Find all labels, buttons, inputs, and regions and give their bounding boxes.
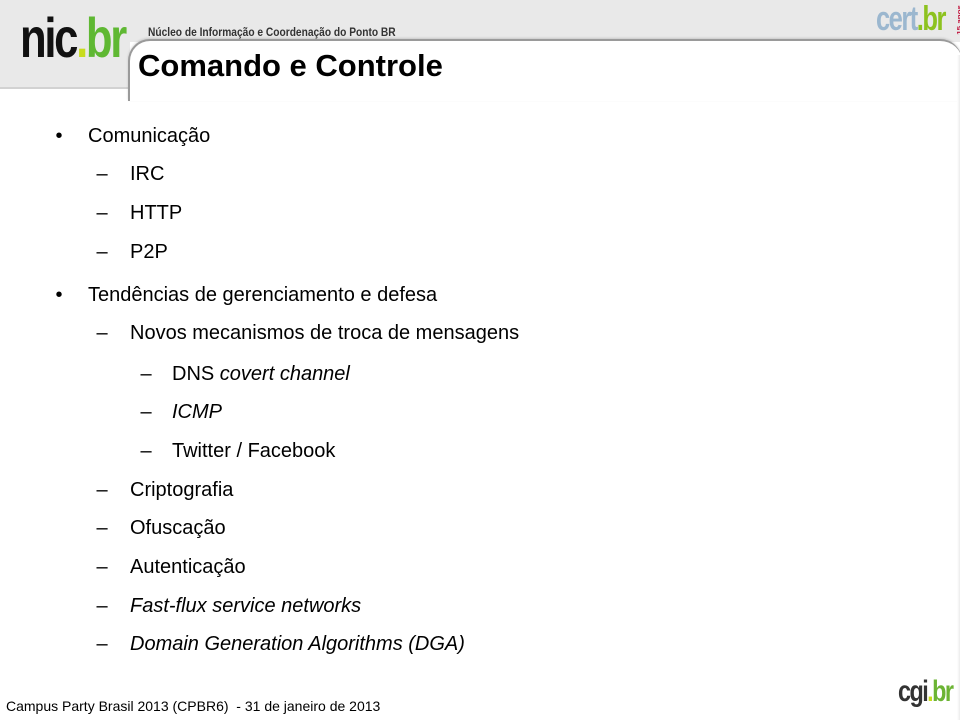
- text: DNS: [172, 363, 220, 385]
- cgi-br-logo: cgi.br: [898, 675, 954, 708]
- italic-text: ICMP: [172, 401, 222, 423]
- italic-text: covert channel: [219, 363, 350, 385]
- logo-br-text: .br: [76, 6, 127, 69]
- bullet-marker: •: [55, 125, 63, 147]
- dash-marker: –: [140, 440, 152, 462]
- logo-cgi-text: cgi: [898, 675, 929, 708]
- logo-br: br: [932, 675, 954, 708]
- text: Novos mecanismos de troca de mensagens: [130, 322, 520, 344]
- logo-br: br: [85, 6, 127, 69]
- header-background: [0, 0, 960, 42]
- dash-marker: –: [140, 401, 152, 423]
- organization-name: Núcleo de Informação e Coordenação do Po…: [148, 25, 396, 39]
- logo-cert-text: cert: [876, 0, 918, 38]
- text: Criptografia: [130, 479, 234, 501]
- text: HTTP: [130, 202, 183, 224]
- logo-cgi-br: .br: [927, 675, 954, 708]
- anniversary-badge: 15 anos: [956, 5, 960, 35]
- dash-marker: –: [96, 633, 108, 655]
- italic-text: Domain Generation Algorithms (DGA): [130, 633, 465, 655]
- bullet-text: Tendências de gerenciamento e defesa: [88, 283, 437, 307]
- bullet-text: Novos mecanismos de troca de mensagens: [130, 321, 519, 345]
- text: Autenticação: [130, 556, 246, 578]
- bullet-text: Fast-flux service networks: [130, 594, 361, 618]
- italic-text: Fast-flux service networks: [130, 595, 362, 617]
- text: Comunicação: [88, 125, 211, 147]
- bullet-text: Ofuscação: [130, 516, 226, 540]
- bullet-text: Domain Generation Algorithms (DGA): [130, 632, 465, 656]
- bullet-text: Twitter / Facebook: [172, 439, 335, 463]
- bullet-text: Comunicação: [88, 124, 210, 148]
- slide-title: Comando e Controle: [138, 48, 443, 83]
- text: Tendências de gerenciamento e defesa: [88, 284, 438, 306]
- cert-br-logo: cert.br 15 anos: [876, 1, 960, 37]
- logo-br: br: [922, 0, 946, 38]
- bullet-text: HTTP: [130, 201, 182, 225]
- footer-text: Campus Party Brasil 2013 (CPBR6) - 31 de…: [6, 698, 381, 714]
- logo-cert-br: .br: [917, 0, 947, 38]
- dash-marker: –: [96, 479, 108, 501]
- bullet-text: IRC: [130, 162, 164, 186]
- text: IRC: [130, 163, 165, 185]
- bullet-text: ICMP: [172, 400, 222, 424]
- bullet-text: P2P: [130, 240, 168, 264]
- text: P2P: [130, 241, 168, 263]
- dash-marker: –: [96, 241, 108, 263]
- bullet-text: Autenticação: [130, 555, 246, 579]
- dash-marker: –: [96, 517, 108, 539]
- dash-marker: –: [96, 595, 108, 617]
- bullet-marker: •: [55, 284, 63, 306]
- text: Ofuscação: [130, 517, 226, 539]
- bullet-text: DNS covert channel: [172, 362, 350, 386]
- dash-marker: –: [96, 163, 108, 185]
- dash-marker: –: [96, 556, 108, 578]
- bullet-text: Criptografia: [130, 478, 233, 502]
- nic-br-logo: nic.br: [20, 6, 127, 69]
- dash-marker: –: [96, 322, 108, 344]
- logo-dot: .: [76, 6, 88, 69]
- text: Twitter / Facebook: [172, 440, 336, 462]
- dash-marker: –: [96, 202, 108, 224]
- logo-nic-text: nic: [20, 6, 78, 69]
- dash-marker: –: [140, 363, 152, 385]
